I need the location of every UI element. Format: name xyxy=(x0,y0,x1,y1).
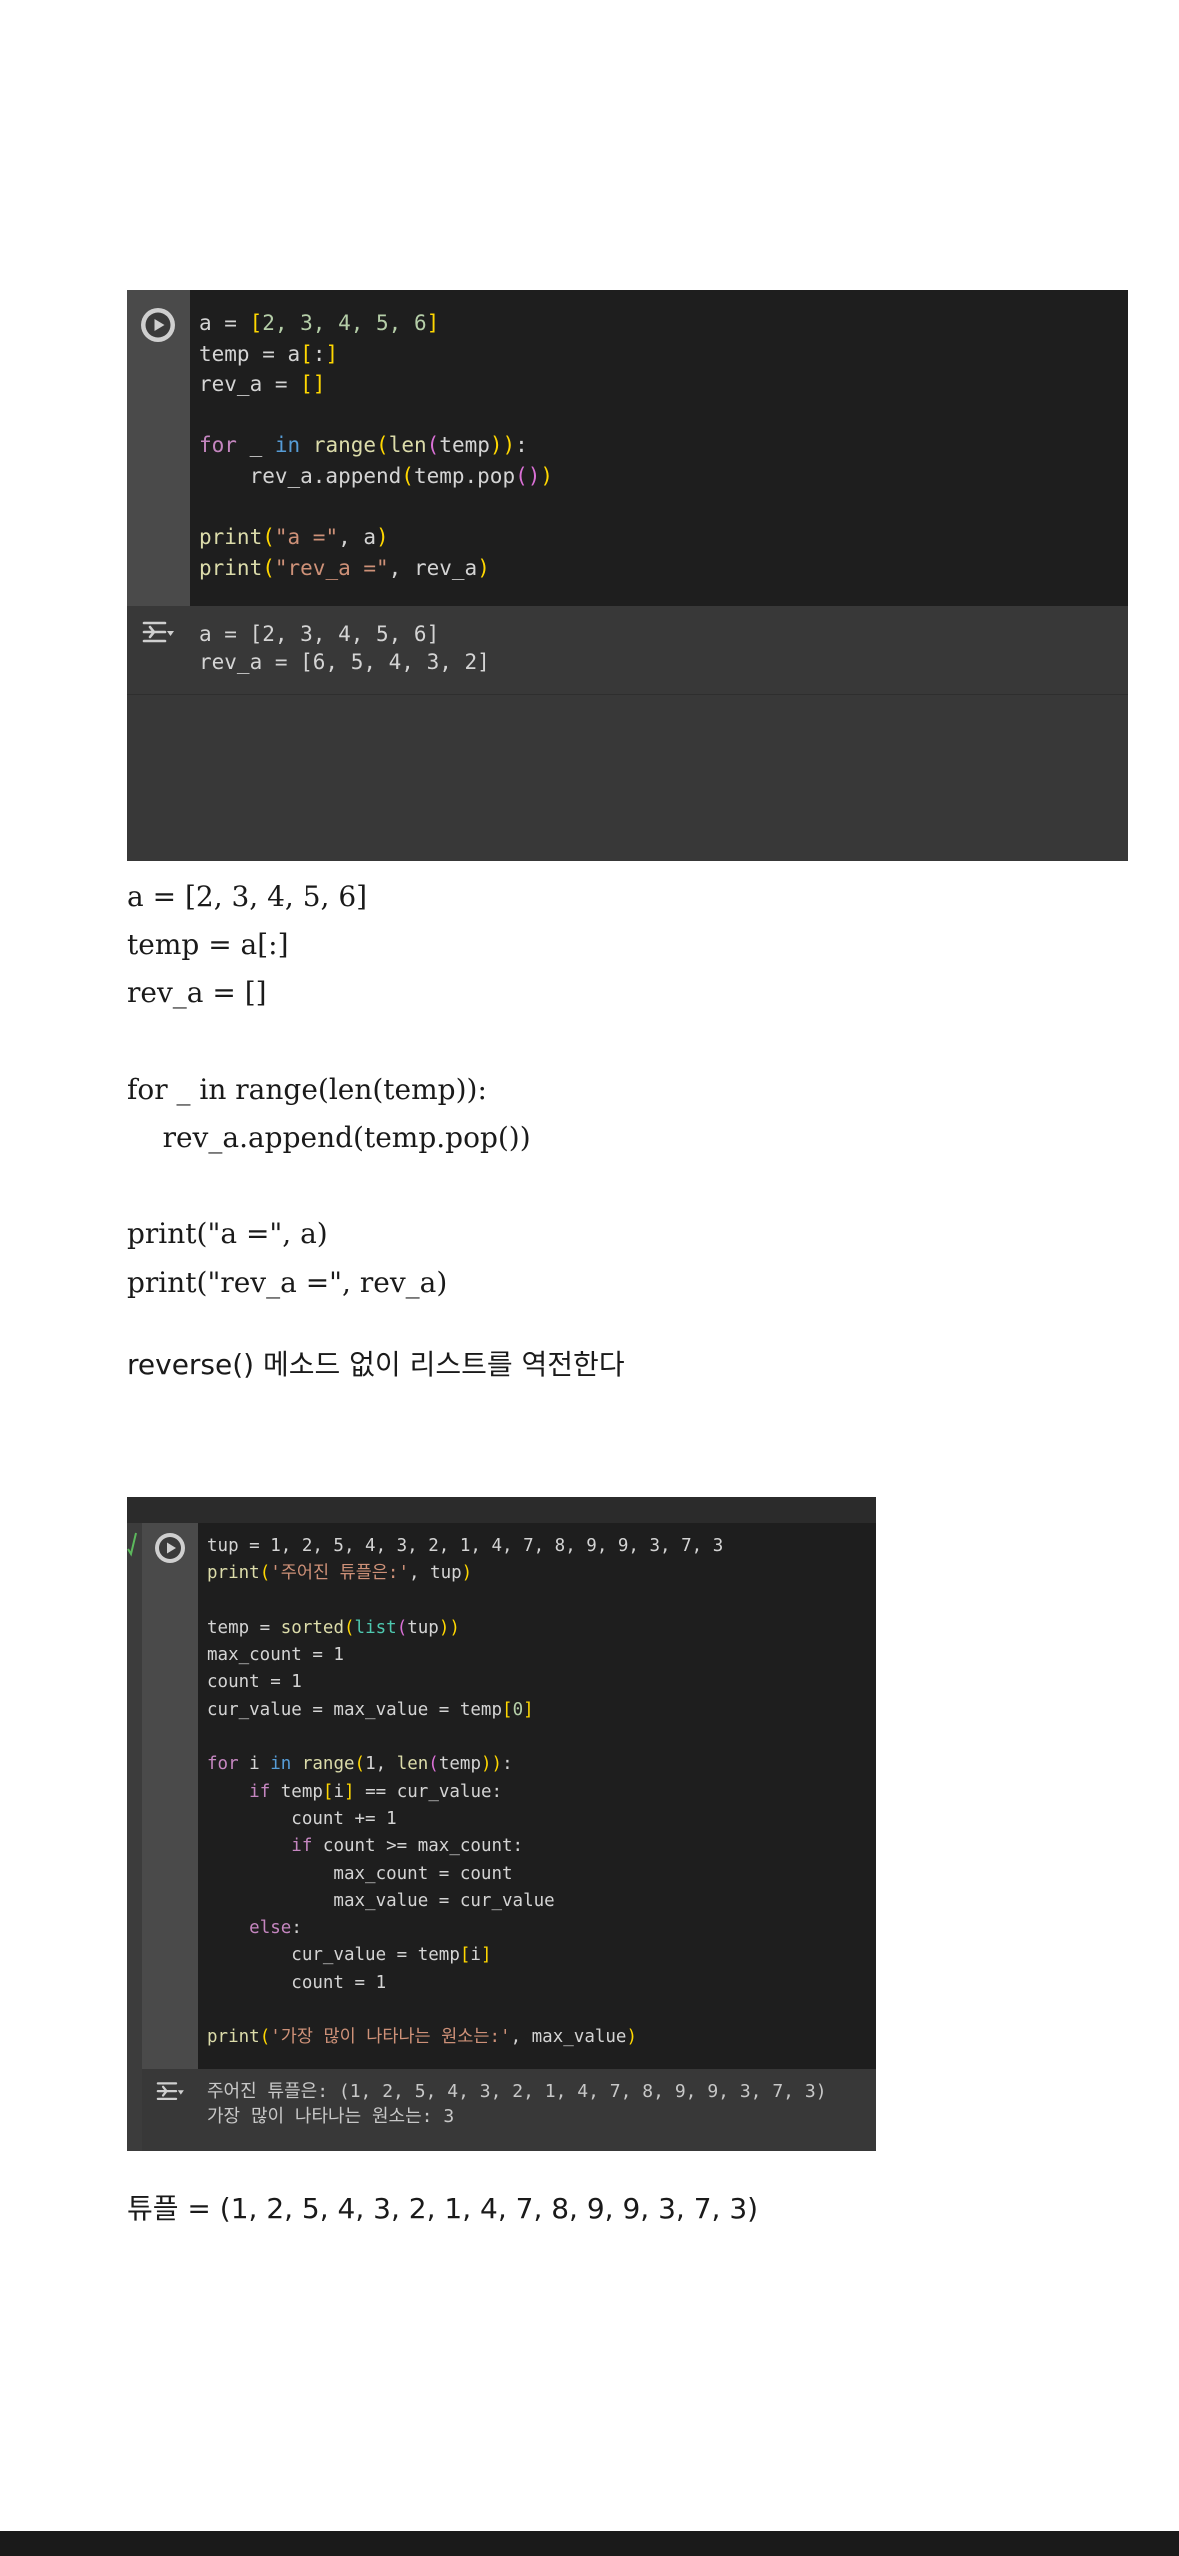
code-line: print('가장 많이 나타나는 원소는:', max_value) xyxy=(207,2027,638,2048)
explanation-line: a = [2, 3, 4, 5, 6] xyxy=(127,880,368,913)
output-line: 주어진 튜플은: (1, 2, 5, 4, 3, 2, 1, 4, 7, 8, … xyxy=(207,2081,827,2102)
code-line: rev_a.append(temp.pop()) xyxy=(199,463,554,488)
code-lines: tup = 1, 2, 5, 4, 3, 2, 1, 4, 7, 8, 9, 9… xyxy=(207,1533,723,2052)
code-line: cur_value = max_value = temp[0] xyxy=(207,1699,534,1720)
code-cell-1[interactable]: a = [2, 3, 4, 5, 6] temp = a[:] rev_a = []… xyxy=(127,290,1128,861)
code-line: temp = a[:] xyxy=(199,341,339,366)
explanation-line: temp = a[:] xyxy=(127,928,289,962)
tuple-text: 튜플 = (1, 2, 5, 4, 3, 2, 1, 4, 7, 8, 9, 9… xyxy=(127,2192,759,2225)
play-icon[interactable] xyxy=(155,1533,185,1563)
code-line: if temp[i] == cur_value: xyxy=(249,1781,503,1802)
explanation-line: rev_a = [] xyxy=(127,976,267,1010)
code-line: max_count = 1 xyxy=(207,1645,344,1666)
divider xyxy=(127,694,1128,695)
output-line: a = [2, 3, 4, 5, 6] xyxy=(199,622,440,646)
code-line: count = 1 xyxy=(207,1672,302,1693)
explanation-line: for _ in range(len(temp)): xyxy=(127,1072,487,1106)
cell-output: a = [2, 3, 4, 5, 6] rev_a = [6, 5, 4, 3, … xyxy=(199,620,490,676)
cell-toolbar xyxy=(127,1497,876,1523)
output-toggle-icon[interactable] xyxy=(155,2079,185,2109)
code-line: rev_a = [] xyxy=(199,372,326,397)
code-line: tup = 1, 2, 5, 4, 3, 2, 1, 4, 7, 8, 9, 9… xyxy=(207,1536,724,1556)
explanation-line: print("rev_a =", rev_a) xyxy=(127,1265,448,1299)
code-line: print("rev_a =", rev_a) xyxy=(199,555,490,580)
output-line: rev_a = [6, 5, 4, 3, 2] xyxy=(199,650,490,674)
output-toggle-icon[interactable] xyxy=(141,618,175,652)
cell-left-strip xyxy=(127,1523,142,2151)
cell-output: 주어진 튜플은: (1, 2, 5, 4, 3, 2, 1, 4, 7, 8, … xyxy=(207,2079,827,2129)
code-line: max_value = cur_value xyxy=(207,1890,555,1911)
play-icon[interactable] xyxy=(141,308,175,342)
code-line: else: xyxy=(249,1918,302,1939)
description-text: reverse() 메소드 없이 리스트를 역전한다 xyxy=(127,1348,625,1381)
explanation-line: print("a =", a) xyxy=(127,1217,328,1251)
code-line: print("a =", a) xyxy=(199,525,389,550)
explanation-line: rev_a.append(temp.pop()) xyxy=(127,1120,531,1154)
check-icon xyxy=(127,1532,137,1557)
explanation-line xyxy=(127,1162,531,1210)
code-line: if count >= max_count: xyxy=(291,1836,524,1857)
code-explanation: a = [2, 3, 4, 5, 6] temp = a[:] rev_a = … xyxy=(127,873,531,1307)
bottom-bar xyxy=(0,2531,1179,2556)
code-lines: a = [2, 3, 4, 5, 6] temp = a[:] rev_a = []… xyxy=(199,308,553,583)
code-cell-2[interactable]: tup = 1, 2, 5, 4, 3, 2, 1, 4, 7, 8, 9, 9… xyxy=(127,1497,876,2151)
code-line: temp = sorted(list(tup)) xyxy=(207,1617,460,1638)
cell-gutter xyxy=(142,1523,198,2069)
code-line: count += 1 xyxy=(207,1808,397,1829)
code-line: print('주어진 튜플은:', tup) xyxy=(207,1563,473,1584)
code-line: max_count = count xyxy=(207,1863,513,1884)
code-line: count = 1 xyxy=(207,1972,387,1993)
code-line: for i in range(1, len(temp)): xyxy=(207,1754,513,1775)
output-line: 가장 많이 나타나는 원소는: 3 xyxy=(207,2106,455,2127)
code-line: cur_value = temp[i] xyxy=(207,1945,492,1966)
code-line: for _ in range(len(temp)): xyxy=(199,433,528,458)
explanation-line xyxy=(127,1018,531,1066)
code-line: a = [2, 3, 4, 5, 6] xyxy=(199,311,440,335)
